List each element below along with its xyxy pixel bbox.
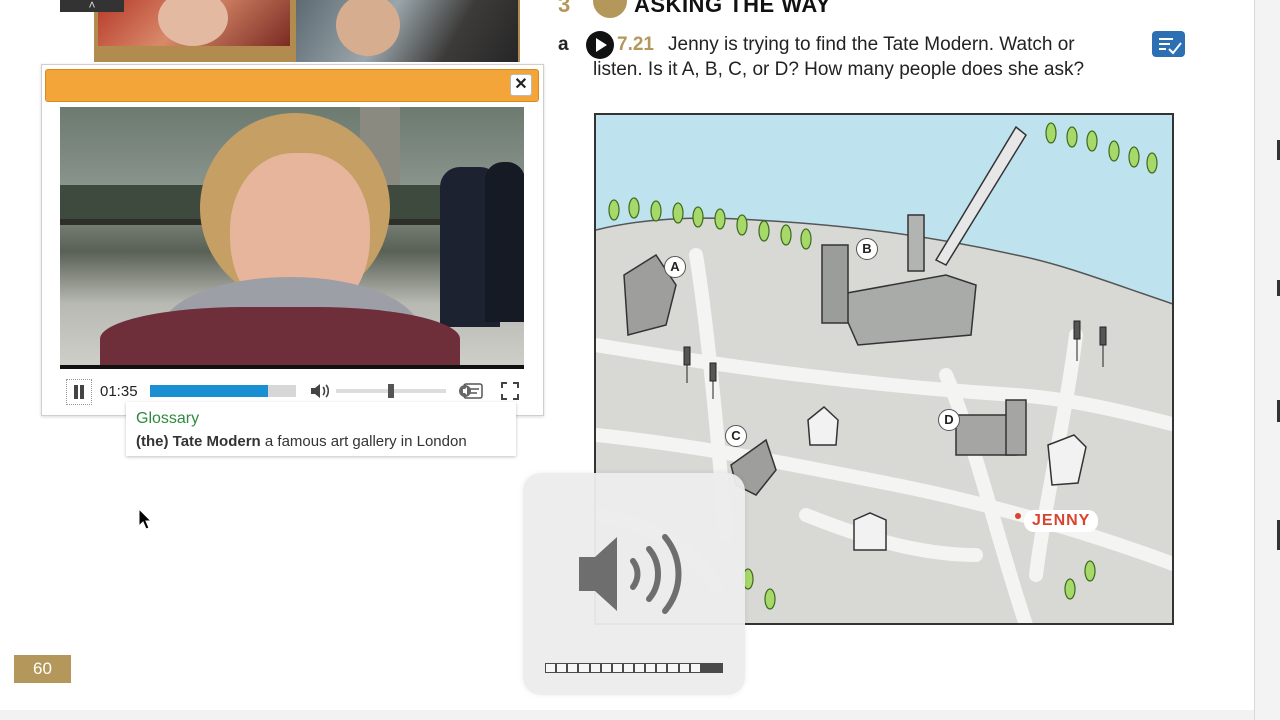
- photo-man-on-phone: [98, 0, 290, 46]
- glossary-box: Glossary (the) Tate Modern a famous art …: [126, 402, 516, 456]
- glossary-term: (the) Tate Modern: [136, 433, 261, 450]
- jenny-label: JENNY: [1024, 510, 1099, 532]
- photo-man-on-phone-2: [296, 0, 518, 62]
- seek-bar-fill: [150, 385, 269, 397]
- cursor-icon: [138, 507, 153, 535]
- video-frame[interactable]: [60, 107, 524, 369]
- volume-slider-handle[interactable]: [388, 384, 394, 398]
- volume-segment: [668, 664, 678, 672]
- volume-segment: [701, 664, 711, 672]
- volume-segment: [635, 664, 645, 672]
- section-title: ASKING THE WAY: [634, 0, 831, 17]
- play-icon[interactable]: [593, 0, 627, 18]
- player-title-bar[interactable]: [45, 69, 539, 102]
- volume-segment: [623, 664, 633, 672]
- speaker-icon: [575, 529, 695, 624]
- volume-segment: [557, 664, 567, 672]
- page-number: 60: [14, 655, 71, 683]
- exercise-letter: a: [558, 34, 569, 55]
- map-label-a: A: [664, 256, 686, 278]
- volume-segment: [568, 664, 578, 672]
- play-icon[interactable]: [586, 31, 614, 59]
- exercise-prompt-line-1: Jenny is trying to find the Tate Modern.…: [668, 34, 1075, 55]
- volume-segment: [690, 664, 700, 672]
- volume-segment: [579, 664, 589, 672]
- pause-icon[interactable]: [66, 379, 92, 405]
- glossary-definition: a famous art gallery in London: [264, 433, 467, 450]
- track-number[interactable]: 7.21: [617, 34, 654, 56]
- volume-segment: [657, 664, 667, 672]
- volume-segment: [712, 664, 722, 672]
- volume-segment: [590, 664, 600, 672]
- seek-bar[interactable]: [150, 385, 296, 397]
- page-edge: [1254, 0, 1280, 720]
- map-label-d: D: [938, 409, 960, 431]
- collapse-icon[interactable]: ˄: [60, 0, 124, 12]
- volume-segment: [646, 664, 656, 672]
- exercise-prompt-line-2: listen. Is it A, B, C, or D? How many pe…: [593, 59, 1085, 80]
- glossary-title: Glossary: [136, 410, 200, 427]
- volume-overlay: [523, 473, 745, 695]
- volume-segment: [612, 664, 622, 672]
- current-time: 01:35: [100, 383, 138, 400]
- section-number: 3: [558, 0, 571, 17]
- video-player: ✕ 01:35: [41, 64, 544, 416]
- bottom-strip: [0, 710, 1254, 720]
- volume-segment: [679, 664, 689, 672]
- volume-segment: [546, 664, 556, 672]
- notes-icon[interactable]: [1152, 31, 1185, 57]
- map-label-b: B: [856, 238, 878, 260]
- volume-segment: [601, 664, 611, 672]
- map-label-c: C: [725, 425, 747, 447]
- close-icon[interactable]: ✕: [510, 74, 532, 96]
- volume-level-bar: [545, 663, 723, 673]
- glossary-entry: (the) Tate Modern a famous art gallery i…: [136, 433, 467, 450]
